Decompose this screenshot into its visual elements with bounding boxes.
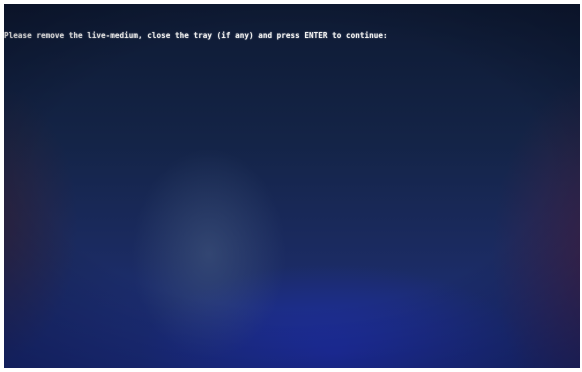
photo-frame: Please remove the live-medium, close the… [0, 0, 582, 372]
console-prompt-text: Please remove the live-medium, close the… [4, 31, 388, 40]
boot-console-screen: Please remove the live-medium, close the… [4, 4, 580, 368]
screen-glare [4, 4, 580, 368]
